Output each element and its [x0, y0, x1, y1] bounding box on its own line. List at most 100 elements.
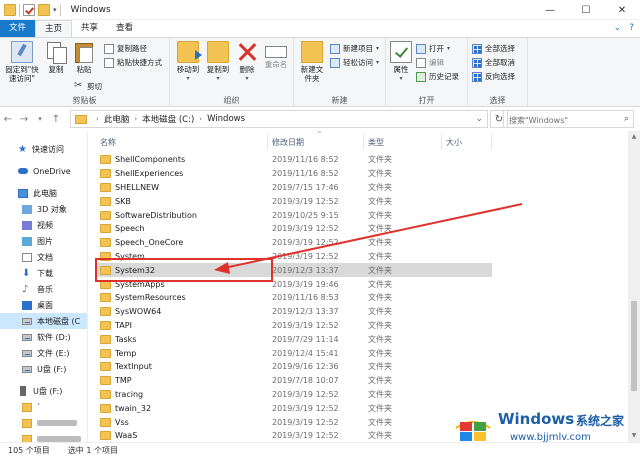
tab-share[interactable]: 共享 [72, 20, 107, 37]
table-row[interactable]: Speech_OneCore 2019/3/19 12:52 文件夹 [96, 236, 492, 250]
maximize-button[interactable]: ☐ [568, 0, 604, 20]
file-date: 2019/12/3 13:37 [272, 265, 339, 275]
sidebar-item-usb-f[interactable]: U盘 (F:) [0, 361, 87, 377]
breadcrumb-this-pc[interactable]: 此电脑 [104, 113, 130, 125]
scroll-up-icon[interactable]: ▲ [628, 131, 640, 143]
sidebar-item-pictures[interactable]: 图片 [0, 233, 87, 249]
history-button[interactable]: 历史记录 [416, 71, 459, 82]
pin-quick-access-button[interactable]: 固定到"快速访问" [4, 41, 40, 83]
tab-view[interactable]: 查看 [107, 20, 142, 37]
table-row[interactable]: SystemApps 2019/3/19 19:46 文件夹 [96, 277, 492, 291]
help-icon[interactable]: ? [629, 23, 634, 33]
new-folder-button[interactable]: 新建文件夹 [298, 41, 326, 83]
invert-selection-button[interactable]: 反向选择 [472, 71, 515, 82]
table-row[interactable]: ShellExperiences 2019/11/16 8:52 文件夹 [96, 167, 492, 181]
tab-file[interactable]: 文件 [0, 20, 36, 37]
move-to-button[interactable]: 移动到 ▾ [174, 41, 202, 83]
sidebar-item-folder[interactable]: ` [0, 399, 87, 415]
easy-access-button[interactable]: 轻松访问 ▾ [330, 57, 379, 68]
rename-button[interactable]: 重命名 [262, 41, 290, 69]
sidebar-item-usb-drive[interactable]: U盘 (F:) [0, 383, 87, 399]
copy-button[interactable]: 复制 [44, 41, 68, 74]
cut-button[interactable]: 剪切 [74, 80, 102, 92]
column-header-type[interactable]: 类型 [364, 134, 442, 150]
scrollbar-thumb[interactable] [631, 301, 637, 391]
table-row[interactable]: ShellComponents 2019/11/16 8:52 文件夹 [96, 153, 492, 167]
drive-icon [22, 333, 32, 341]
sidebar-item-desktop[interactable]: 桌面 [0, 297, 87, 313]
up-arrow-icon[interactable]: ↑ [48, 114, 64, 125]
search-input[interactable]: 搜索"Windows" ⌕ [503, 110, 634, 128]
table-row[interactable]: SystemResources 2019/11/16 8:53 文件夹 [96, 291, 492, 305]
sidebar-item-3d-objects[interactable]: 3D 对象 [0, 201, 87, 217]
sidebar-item-music[interactable]: ♪ 音乐 [0, 281, 87, 297]
sidebar-item-label: 软件 (D:) [37, 332, 71, 342]
table-row[interactable]: TAPI 2019/3/19 12:52 文件夹 [96, 319, 492, 333]
paste-button[interactable]: 粘贴 [72, 41, 96, 74]
video-icon [22, 220, 32, 230]
breadcrumb-windows[interactable]: Windows [207, 114, 245, 124]
table-row[interactable]: TextInput 2019/9/16 12:36 文件夹 [96, 360, 492, 374]
collapse-ribbon-icon[interactable]: ⌄ [614, 23, 622, 33]
file-type: 文件夹 [368, 334, 392, 344]
table-row[interactable]: System 2019/3/19 12:52 文件夹 [96, 250, 492, 264]
table-row[interactable]: SKB 2019/3/19 12:52 文件夹 [96, 194, 492, 208]
breadcrumb-chevron-icon[interactable]: › [199, 115, 202, 123]
new-folder-quick-icon[interactable] [38, 3, 50, 16]
select-none-button[interactable]: 全部取消 [472, 57, 515, 68]
table-row[interactable]: SHELLNEW 2019/7/15 17:46 文件夹 [96, 181, 492, 195]
close-button[interactable]: ✕ [604, 0, 640, 20]
table-row[interactable]: SysWOW64 2019/12/3 13:37 文件夹 [96, 305, 492, 319]
recent-locations-icon[interactable]: ▾ [32, 115, 48, 123]
breadcrumb-chevron-icon[interactable]: › [134, 115, 137, 123]
table-row[interactable]: twain_32 2019/3/19 12:52 文件夹 [96, 401, 492, 415]
table-row[interactable]: Tasks 2019/7/29 11:14 文件夹 [96, 332, 492, 346]
copy-to-button[interactable]: 复制到 ▾ [204, 41, 232, 83]
sidebar-item-videos[interactable]: 视频 [0, 217, 87, 233]
edit-button[interactable]: 编辑 [416, 57, 444, 68]
table-row[interactable]: SoftwareDistribution 2019/10/25 9:15 文件夹 [96, 208, 492, 222]
vertical-scrollbar[interactable]: ▲ ▼ [628, 131, 640, 442]
delete-button[interactable]: 删除 ▾ [236, 41, 258, 83]
sidebar-item-files-e[interactable]: 文件 (E:) [0, 345, 87, 361]
tab-home[interactable]: 主页 [35, 20, 73, 37]
sidebar-item-local-disk-c[interactable]: 本地磁盘 (C [0, 313, 87, 329]
file-name: Temp [115, 348, 137, 358]
sidebar-item-folder-blurred[interactable] [0, 415, 87, 431]
sidebar-item-documents[interactable]: 文档 [0, 249, 87, 265]
sidebar-item-folder-blurred[interactable] [0, 431, 87, 442]
properties-quick-icon[interactable] [23, 3, 35, 16]
sidebar-item-onedrive[interactable]: OneDrive [0, 163, 87, 179]
table-row[interactable]: Speech 2019/3/19 12:52 文件夹 [96, 222, 492, 236]
select-all-button[interactable]: 全部选择 [472, 43, 515, 54]
paste-shortcut-button[interactable]: 粘贴快捷方式 [104, 57, 162, 68]
breadcrumb-chevron-icon[interactable]: › [96, 115, 99, 123]
table-row[interactable]: Temp 2019/12/4 15:41 文件夹 [96, 346, 492, 360]
column-header-name[interactable]: 名称 [96, 134, 268, 150]
sidebar-item-this-pc[interactable]: 此电脑 [0, 185, 87, 201]
address-history-icon[interactable]: ⌄ [475, 114, 483, 124]
sidebar-item-quick-access[interactable]: ★ 快速访问 [0, 141, 87, 157]
table-row[interactable]: TMP 2019/7/18 10:07 文件夹 [96, 374, 492, 388]
table-row[interactable]: tracing 2019/3/19 12:52 文件夹 [96, 388, 492, 402]
column-header-date[interactable]: 修改日期 [268, 134, 364, 150]
sidebar-item-downloads[interactable]: ⬇ 下载 [0, 265, 87, 281]
open-button[interactable]: 打开 ▾ [416, 43, 450, 54]
properties-button[interactable]: 属性 ▾ [390, 41, 412, 83]
chevron-down-icon[interactable]: ▾ [53, 6, 57, 14]
column-header-size[interactable]: 大小 [442, 134, 492, 150]
table-row[interactable]: WaaS 2019/3/19 12:52 文件夹 [96, 429, 492, 442]
back-arrow-icon[interactable]: ← [0, 114, 16, 125]
open-group: 属性 ▾ 打开 ▾ 编辑 历史记录 打开 [386, 38, 468, 108]
copy-path-button[interactable]: 复制路径 [104, 43, 147, 54]
table-row[interactable]: System32 2019/12/3 13:37 文件夹 [96, 263, 492, 278]
address-bar[interactable]: › 此电脑 › 本地磁盘 (C:) › Windows ⌄ [70, 110, 488, 128]
sidebar-item-software-d[interactable]: 软件 (D:) [0, 329, 87, 345]
minimize-button[interactable]: — [532, 0, 568, 20]
file-name: SHELLNEW [115, 182, 160, 192]
new-item-button[interactable]: 新建项目 ▾ [330, 43, 379, 54]
pin-label: 固定到"快速访问" [5, 65, 39, 83]
breadcrumb-local-disk[interactable]: 本地磁盘 (C:) [142, 113, 194, 125]
forward-arrow-icon[interactable]: → [16, 114, 32, 125]
table-row[interactable]: Vss 2019/3/19 12:52 文件夹 [96, 415, 492, 429]
